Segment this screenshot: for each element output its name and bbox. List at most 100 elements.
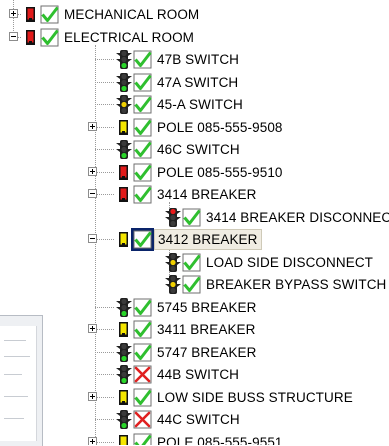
tree-connector [95, 374, 114, 375]
tree-connector [95, 194, 114, 195]
yellow-tag-icon [114, 229, 134, 250]
tree-node-label[interactable]: 3411 BREAKER [154, 319, 259, 340]
expand-button[interactable] [88, 324, 97, 333]
tree-node[interactable]: 3414 BREAKER DISCONNECT [0, 207, 389, 229]
background-line [4, 396, 28, 397]
tree-node[interactable]: 5745 BREAKER [0, 297, 389, 319]
tree-node-label[interactable]: POLE 085-555-9510 [154, 162, 286, 183]
tree-node[interactable]: MECHANICAL ROOM [0, 4, 389, 26]
traffic-light-red-icon [163, 207, 183, 228]
tree-node[interactable]: LOAD SIDE DISCONNECT [0, 252, 389, 274]
background-window-pane [0, 326, 37, 441]
traffic-light-yellow-icon [114, 94, 134, 115]
green-check-icon[interactable] [133, 73, 152, 92]
tree-node[interactable]: 47B SWITCH [0, 49, 389, 71]
tree-node-label[interactable]: 3412 BREAKER [154, 229, 262, 250]
tree-node-label[interactable]: 47A SWITCH [154, 72, 241, 93]
yellow-tag-icon [114, 432, 134, 445]
equipment-tree[interactable]: MECHANICAL ROOM ELECTRICAL ROOM 47B SWITCH… [0, 0, 389, 445]
tree-node-label[interactable]: 47B SWITCH [154, 49, 242, 70]
green-check-icon[interactable] [133, 163, 152, 182]
green-check-icon[interactable] [133, 343, 152, 362]
background-window-fragment [0, 315, 43, 446]
tree-node-label[interactable]: 45-A SWITCH [154, 94, 246, 115]
tree-node-label[interactable]: POLE 085-555-9551 [154, 432, 286, 446]
traffic-light-green-icon [114, 409, 134, 430]
tree-node[interactable]: 3414 BREAKER [0, 184, 389, 206]
green-check-icon[interactable] [133, 433, 152, 445]
green-check-icon[interactable] [133, 320, 152, 339]
tree-connector [95, 59, 114, 60]
tree-node-label[interactable]: POLE 085-555-9508 [154, 117, 286, 138]
yellow-tag-icon [114, 319, 134, 340]
tree-node-label[interactable]: 44C SWITCH [154, 409, 243, 430]
green-check-icon[interactable] [133, 118, 152, 137]
expand-button[interactable] [88, 391, 97, 401]
green-check-icon[interactable] [133, 50, 152, 69]
tree-connector [95, 239, 114, 240]
tree-connector [95, 419, 114, 420]
red-tag-icon [114, 162, 134, 183]
tree-connector [95, 149, 114, 150]
green-check-icon[interactable] [40, 5, 59, 24]
tree-connector [95, 441, 114, 443]
expand-button[interactable] [88, 121, 97, 131]
background-line [4, 340, 26, 341]
traffic-light-green-icon [114, 72, 134, 93]
tree-node[interactable]: 3412 BREAKER [0, 228, 389, 251]
tree-connector [95, 306, 114, 308]
tree-node[interactable]: 5747 BREAKER [0, 342, 389, 364]
tree-node-label[interactable]: ELECTRICAL ROOM [61, 27, 197, 48]
traffic-light-green-icon [114, 49, 134, 70]
tree-connector [95, 104, 114, 105]
tree-node[interactable]: LOW SIDE BUSS STRUCTURE [0, 387, 389, 409]
tree-node-label[interactable]: 3414 BREAKER DISCONNECT [203, 207, 389, 228]
collapse-button[interactable] [88, 234, 97, 243]
collapse-button[interactable] [88, 189, 97, 198]
yellow-tag-icon [114, 117, 134, 138]
green-check-icon[interactable] [133, 298, 152, 317]
tree-node-label[interactable]: 5745 BREAKER [154, 297, 260, 318]
green-check-icon[interactable] [133, 185, 152, 204]
tree-node[interactable]: POLE 085-555-9508 [0, 117, 389, 139]
green-check-icon[interactable] [133, 388, 152, 407]
tree-node[interactable]: POLE 085-555-9510 [0, 162, 389, 184]
tree-node[interactable]: BREAKER BYPASS SWITCH [0, 274, 389, 296]
background-line [4, 356, 30, 357]
red-x-icon[interactable] [133, 410, 152, 429]
tree-node-label[interactable]: LOW SIDE BUSS STRUCTURE [154, 387, 356, 408]
expand-button[interactable] [88, 436, 97, 445]
tree-node[interactable]: 45-A SWITCH [0, 94, 389, 116]
green-check-icon[interactable] [182, 253, 201, 272]
tree-node-label[interactable]: BREAKER BYPASS SWITCH [203, 274, 389, 295]
collapse-button[interactable] [9, 31, 18, 41]
tree-node-label[interactable]: 44B SWITCH [154, 364, 242, 385]
tree-node[interactable]: 44B SWITCH [0, 364, 389, 386]
green-check-icon[interactable] [133, 140, 152, 159]
tree-node[interactable]: 44C SWITCH [0, 409, 389, 431]
expand-button[interactable] [88, 166, 97, 176]
tree-node[interactable]: 47A SWITCH [0, 72, 389, 94]
tree-node-label[interactable]: MECHANICAL ROOM [61, 4, 202, 25]
green-check-icon[interactable] [182, 275, 201, 294]
tree-node[interactable]: ELECTRICAL ROOM [0, 27, 389, 49]
red-x-icon[interactable] [133, 365, 152, 384]
red-tag-icon [21, 27, 41, 48]
red-tag-icon [114, 184, 134, 205]
traffic-light-yellow-icon [163, 252, 183, 273]
tree-connector [95, 171, 114, 173]
red-tag-icon [21, 4, 41, 25]
tree-connector [95, 329, 114, 330]
tree-node[interactable]: POLE 085-555-9551 [0, 432, 389, 446]
tree-node[interactable]: 3411 BREAKER [0, 319, 389, 341]
green-check-icon[interactable] [133, 95, 152, 114]
green-check-icon[interactable] [40, 28, 59, 47]
tree-node-label[interactable]: 46C SWITCH [154, 139, 243, 160]
tree-node-label[interactable]: LOAD SIDE DISCONNECT [203, 252, 376, 273]
tree-node[interactable]: 46C SWITCH [0, 139, 389, 161]
tree-node-label[interactable]: 3414 BREAKER [154, 184, 260, 205]
tree-node-label[interactable]: 5747 BREAKER [154, 342, 260, 363]
green-check-icon[interactable] [182, 208, 201, 227]
expand-button[interactable] [9, 9, 18, 18]
green-check-icon[interactable] [131, 228, 154, 251]
